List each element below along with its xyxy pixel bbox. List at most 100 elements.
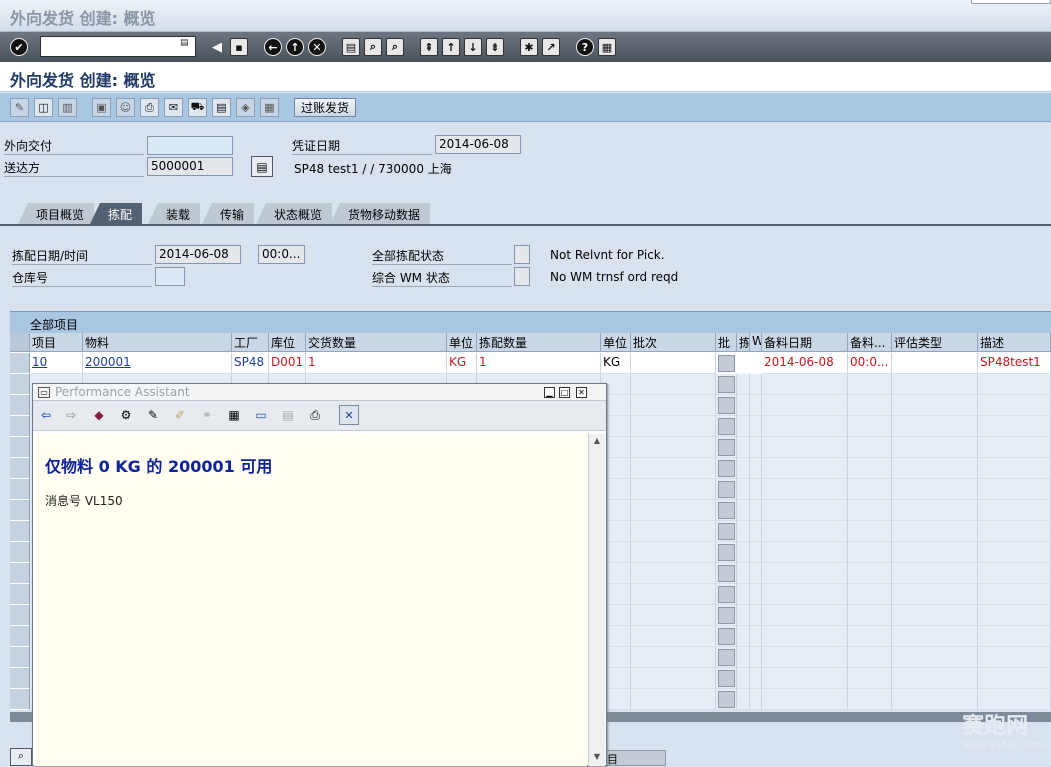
batch-checkbox[interactable]: [718, 649, 735, 666]
delivery-quantity-cell[interactable]: 1: [306, 353, 447, 374]
last-page-icon[interactable]: ⇟: [486, 38, 504, 56]
batch-checkbox[interactable]: [718, 607, 735, 624]
staging-date-cell[interactable]: 2014-06-08: [762, 353, 848, 374]
minimize-icon[interactable]: ▁: [544, 387, 555, 398]
scroll-down-icon[interactable]: ▼: [591, 752, 603, 764]
staging-time-cell[interactable]: 00:0...: [848, 353, 892, 374]
details-icon[interactable]: ⌕: [10, 748, 32, 766]
batch-checkbox[interactable]: [718, 670, 735, 687]
item-details-icon[interactable]: ▤: [212, 98, 231, 117]
enter-icon[interactable]: ✔: [10, 38, 28, 56]
document-date-field[interactable]: 2014-06-08: [435, 135, 521, 154]
first-page-icon[interactable]: ⇞: [420, 38, 438, 56]
unit-cell[interactable]: KG: [447, 353, 477, 374]
texts-icon[interactable]: ✉: [164, 98, 183, 117]
row-selector[interactable]: [10, 584, 30, 605]
batch-checkbox[interactable]: [718, 586, 735, 603]
scroll-up-icon[interactable]: ▲: [591, 436, 603, 448]
column-header[interactable]: 单位: [447, 333, 477, 352]
export-icon[interactable]: ▤: [278, 405, 298, 425]
column-header[interactable]: 拣配数量: [477, 333, 601, 352]
plant-cell[interactable]: SP48: [232, 353, 269, 374]
back-icon[interactable]: ←: [264, 38, 282, 56]
batch-checkbox[interactable]: [718, 439, 735, 456]
row-selector[interactable]: [10, 668, 30, 689]
exit-icon[interactable]: ↑: [286, 38, 304, 56]
pick-time-field[interactable]: 00:0...: [258, 245, 305, 264]
row-selector[interactable]: [10, 647, 30, 668]
column-header[interactable]: 交货数量: [306, 333, 447, 352]
row-selector[interactable]: [10, 521, 30, 542]
print-icon[interactable]: ⎙: [305, 405, 325, 425]
address-icon[interactable]: ▤: [251, 156, 273, 177]
layout-menu-icon[interactable]: ▦: [598, 38, 616, 56]
column-header[interactable]: 备料...: [848, 333, 892, 352]
create-icon[interactable]: ◫: [34, 98, 53, 117]
pick-date-field[interactable]: 2014-06-08: [155, 245, 241, 264]
row-selector[interactable]: [10, 500, 30, 521]
book-icon[interactable]: ◆: [89, 405, 109, 425]
cancel-icon[interactable]: ✕: [308, 38, 326, 56]
batch-split-icon[interactable]: ◈: [236, 98, 255, 117]
row-selector[interactable]: [10, 353, 30, 374]
tab-picking[interactable]: 拣配: [90, 203, 143, 224]
item-number-cell[interactable]: 10: [30, 353, 83, 374]
close-icon[interactable]: ✕: [576, 387, 587, 398]
valuation-type-cell[interactable]: [892, 353, 978, 374]
row-selector[interactable]: [10, 395, 30, 416]
pick-quantity-cell[interactable]: 1: [477, 353, 601, 374]
technical-info-icon[interactable]: ⚙: [116, 405, 136, 425]
column-header[interactable]: 备料日期: [762, 333, 848, 352]
column-header[interactable]: 评估类型: [892, 333, 978, 352]
column-header[interactable]: 描述: [978, 333, 1051, 352]
tab-loading[interactable]: 装载: [148, 203, 201, 224]
back-arrow-icon[interactable]: ⇦: [36, 405, 56, 425]
shipment-icon[interactable]: ⛟: [188, 98, 207, 117]
performance-assistant-title-bar[interactable]: ▭ Performance Assistant ▁ □ ✕: [33, 384, 606, 401]
batch-checkbox[interactable]: [718, 691, 735, 708]
column-header[interactable]: 项目: [30, 333, 83, 352]
batch-checkbox[interactable]: [718, 628, 735, 645]
expand-left-icon[interactable]: ◀: [208, 38, 226, 56]
warehouse-field[interactable]: [155, 267, 185, 286]
batch-checkbox[interactable]: [718, 481, 735, 498]
batch-checkbox[interactable]: [718, 355, 735, 372]
close-help-icon[interactable]: ✕: [339, 405, 359, 425]
column-header[interactable]: 物料: [83, 333, 232, 352]
command-field[interactable]: [40, 36, 196, 57]
maximize-icon[interactable]: □: [559, 387, 570, 398]
batch-cell[interactable]: [631, 353, 716, 374]
batch-checkbox[interactable]: [718, 565, 735, 582]
column-header[interactable]: 库位: [269, 333, 306, 352]
link-icon[interactable]: ⚭: [197, 405, 217, 425]
column-header[interactable]: W: [750, 333, 762, 352]
row-selector[interactable]: [10, 542, 30, 563]
command-history-icon[interactable]: ▤: [180, 38, 192, 54]
row-selector[interactable]: [10, 605, 30, 626]
tab-transport[interactable]: 传输: [202, 203, 255, 224]
column-header[interactable]: 单位: [601, 333, 631, 352]
window-icon[interactable]: ▭: [251, 405, 271, 425]
material-cell[interactable]: 200001: [83, 353, 232, 374]
tab-status-overview[interactable]: 状态概览: [256, 203, 333, 224]
batch-checkbox[interactable]: [718, 376, 735, 393]
window-menu-icon[interactable]: ▭: [38, 387, 50, 398]
storage-location-cell[interactable]: D001: [269, 353, 306, 374]
change-display-icon[interactable]: ✎: [10, 98, 29, 117]
column-header[interactable]: 拣: [737, 333, 750, 352]
batch-checkbox[interactable]: [718, 523, 735, 540]
row-selector[interactable]: [10, 374, 30, 395]
ship-to-field[interactable]: 5000001: [147, 157, 233, 176]
column-header[interactable]: 工厂: [232, 333, 269, 352]
find-next-icon[interactable]: ⌕: [386, 38, 404, 56]
print-icon[interactable]: ▤: [342, 38, 360, 56]
tab-item-overview[interactable]: 项目概览: [18, 203, 95, 224]
help-icon[interactable]: ?: [576, 38, 594, 56]
row-selector[interactable]: [10, 626, 30, 647]
row-selector[interactable]: [10, 437, 30, 458]
bottom-button[interactable]: 目: [598, 750, 666, 766]
table-icon[interactable]: ▦: [224, 405, 244, 425]
row-selector[interactable]: [10, 458, 30, 479]
save-icon[interactable]: ▪: [230, 38, 248, 56]
select-all-cell[interactable]: [10, 333, 30, 352]
